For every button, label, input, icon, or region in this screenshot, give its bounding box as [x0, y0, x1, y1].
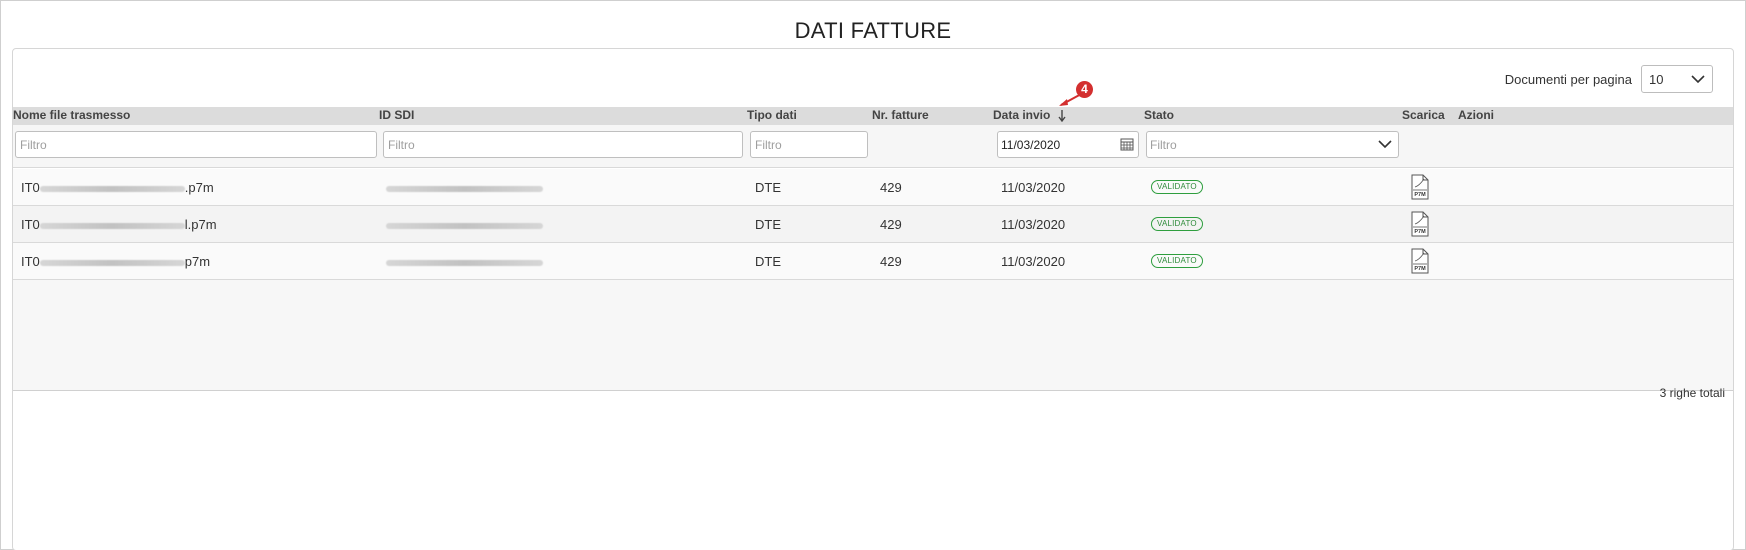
nr-fatture-cell: 429	[880, 217, 902, 232]
id-sdi-cell	[386, 217, 543, 232]
data-invio-cell: 11/03/2020	[1001, 180, 1066, 195]
calendar-icon[interactable]	[1120, 137, 1134, 151]
file-name-cell: IT0 .p7m	[21, 180, 214, 195]
column-header-stato[interactable]: Stato	[1144, 108, 1174, 122]
redacted-text	[39, 259, 185, 266]
chevron-down-icon	[1378, 140, 1392, 149]
column-header-file-name[interactable]: Nome file trasmesso	[13, 108, 130, 122]
data-invio-cell: 11/03/2020	[1001, 217, 1066, 232]
stato-filter-select[interactable]: Filtro	[1146, 131, 1399, 158]
svg-text:P7M: P7M	[1414, 266, 1426, 272]
svg-text:P7M: P7M	[1414, 229, 1426, 235]
nr-fatture-cell: 429	[880, 254, 902, 269]
tipo-dati-cell: DTE	[755, 180, 781, 195]
id-sdi-filter-input[interactable]	[383, 131, 743, 158]
table-row[interactable]: IT0 .p7m DTE 429 11/03/2020 VALIDATO P7M	[13, 169, 1733, 206]
page-size-control: Documenti per pagina 10	[1505, 65, 1713, 93]
stato-filter-placeholder: Filtro	[1150, 137, 1177, 152]
sort-descending-icon[interactable]	[1058, 109, 1066, 122]
column-header-scarica: Scarica	[1402, 108, 1445, 122]
p7m-file-icon[interactable]: P7M	[1411, 248, 1429, 274]
tipo-dati-filter-input[interactable]	[750, 131, 868, 158]
data-invio-filter-input[interactable]: 11/03/2020	[997, 131, 1139, 158]
page-title: DATI FATTURE	[794, 18, 952, 43]
page-size-select[interactable]: 10	[1641, 65, 1713, 93]
data-invio-filter-value: 11/03/2020	[1001, 137, 1061, 152]
data-invio-cell: 11/03/2020	[1001, 254, 1066, 269]
table-row[interactable]: IT0 p7m DTE 429 11/03/2020 VALIDATO P7M	[13, 243, 1733, 280]
annotation-marker: 4	[1076, 81, 1093, 98]
column-header-nr-fatture[interactable]: Nr. fatture	[872, 108, 929, 122]
filter-row: 11/03/2020 Filtro	[13, 125, 1733, 168]
status-badge: VALIDATO	[1151, 217, 1203, 231]
nr-fatture-cell: 429	[880, 180, 902, 195]
p7m-file-icon[interactable]: P7M	[1411, 174, 1429, 200]
file-name-filter-input[interactable]	[15, 131, 377, 158]
tipo-dati-cell: DTE	[755, 254, 781, 269]
page-size-value: 10	[1649, 71, 1664, 87]
redacted-text	[39, 185, 185, 192]
page-size-label: Documenti per pagina	[1504, 71, 1632, 87]
id-sdi-cell	[386, 254, 543, 269]
status-badge: VALIDATO	[1151, 180, 1203, 194]
empty-table-area	[13, 280, 1733, 391]
chevron-down-icon	[1691, 75, 1705, 84]
file-name-cell: IT0 p7m	[21, 254, 211, 269]
redacted-text	[39, 222, 185, 229]
redacted-text	[386, 222, 543, 229]
file-name-cell: IT0 l.p7m	[21, 217, 217, 232]
column-header-data-invio-label: Data invio	[993, 108, 1051, 122]
column-header-tipo-dati[interactable]: Tipo dati	[747, 108, 797, 122]
total-rows-count: 3 righe totali	[1659, 386, 1725, 400]
redacted-text	[386, 259, 543, 266]
table-row[interactable]: IT0 l.p7m DTE 429 11/03/2020 VALIDATO P7M	[13, 206, 1733, 243]
table-header: Nome file trasmesso ID SDI Tipo dati Nr.…	[13, 107, 1733, 125]
redacted-text	[386, 185, 543, 192]
column-header-azioni: Azioni	[1458, 108, 1494, 122]
svg-text:P7M: P7M	[1414, 192, 1426, 198]
status-badge: VALIDATO	[1151, 254, 1203, 268]
column-header-id-sdi[interactable]: ID SDI	[379, 108, 414, 122]
invoices-table-panel: Documenti per pagina 10 Nome file trasme…	[12, 48, 1734, 550]
id-sdi-cell	[386, 180, 543, 195]
tipo-dati-cell: DTE	[755, 217, 781, 232]
p7m-file-icon[interactable]: P7M	[1411, 211, 1429, 237]
